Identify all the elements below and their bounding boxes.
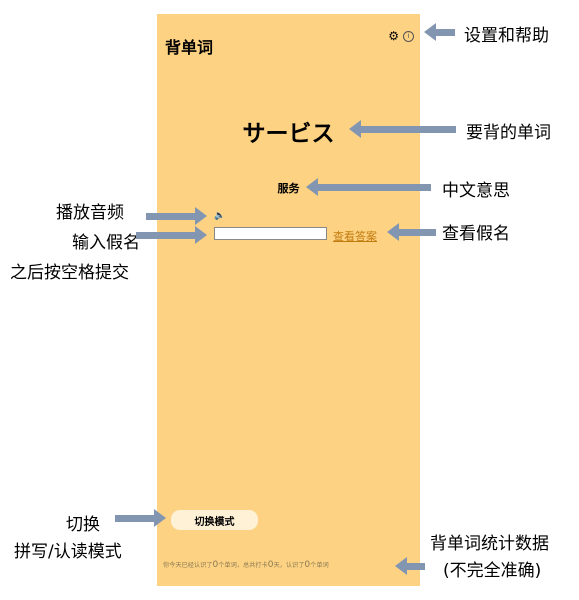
speaker-icon[interactable]: 🔈 xyxy=(214,211,225,221)
stats-text: 你今天已经认识了0个单词，总共打卡0天，认识了0个单词 xyxy=(163,560,329,570)
annotation-arrow xyxy=(146,207,207,225)
stats-part: 个单词 xyxy=(310,562,329,569)
kana-input[interactable] xyxy=(214,227,327,240)
annotation-arrow xyxy=(424,23,455,41)
annotation-arrow xyxy=(115,509,166,527)
annotation-arrow xyxy=(306,178,431,196)
app-screen: 背单词 ⚙ i サービス 服务 🔈 查看答案 切换模式 你今天已经认识了0个单词… xyxy=(157,14,420,586)
annotation-input-kana-1: 输入假名 xyxy=(72,233,140,253)
gear-icon[interactable]: ⚙ xyxy=(388,30,399,42)
annotation-meaning: 中文意思 xyxy=(442,181,510,201)
annotation-word: 要背的单词 xyxy=(466,123,551,143)
annotation-arrow xyxy=(136,226,207,244)
annotation-switch-2: 拼写/认读模式 xyxy=(14,542,122,562)
annotation-settings-help: 设置和帮助 xyxy=(464,26,549,46)
annotation-play-audio: 播放音频 xyxy=(56,203,124,223)
app-title: 背单词 xyxy=(165,38,214,57)
switch-mode-button[interactable]: 切换模式 xyxy=(171,510,258,530)
annotation-switch-1: 切换 xyxy=(66,515,100,535)
show-answer-link[interactable]: 查看答案 xyxy=(333,228,377,244)
top-icons: ⚙ i xyxy=(388,30,414,42)
stats-part: 个单词，总共打卡 xyxy=(218,562,268,569)
stats-part: 天，认识了 xyxy=(273,562,305,569)
info-icon[interactable]: i xyxy=(403,30,414,42)
annotation-stats-1: 背单词统计数据 xyxy=(430,534,549,554)
stats-part: 你今天已经认识了 xyxy=(163,562,213,569)
annotation-arrow xyxy=(395,557,425,575)
annotation-view-kana: 查看假名 xyxy=(442,224,510,244)
annotation-stats-2: (不完全准确) xyxy=(443,561,542,581)
annotation-arrow xyxy=(349,120,456,138)
annotation-input-kana-2: 之后按空格提交 xyxy=(10,263,129,283)
annotation-arrow xyxy=(387,223,436,241)
